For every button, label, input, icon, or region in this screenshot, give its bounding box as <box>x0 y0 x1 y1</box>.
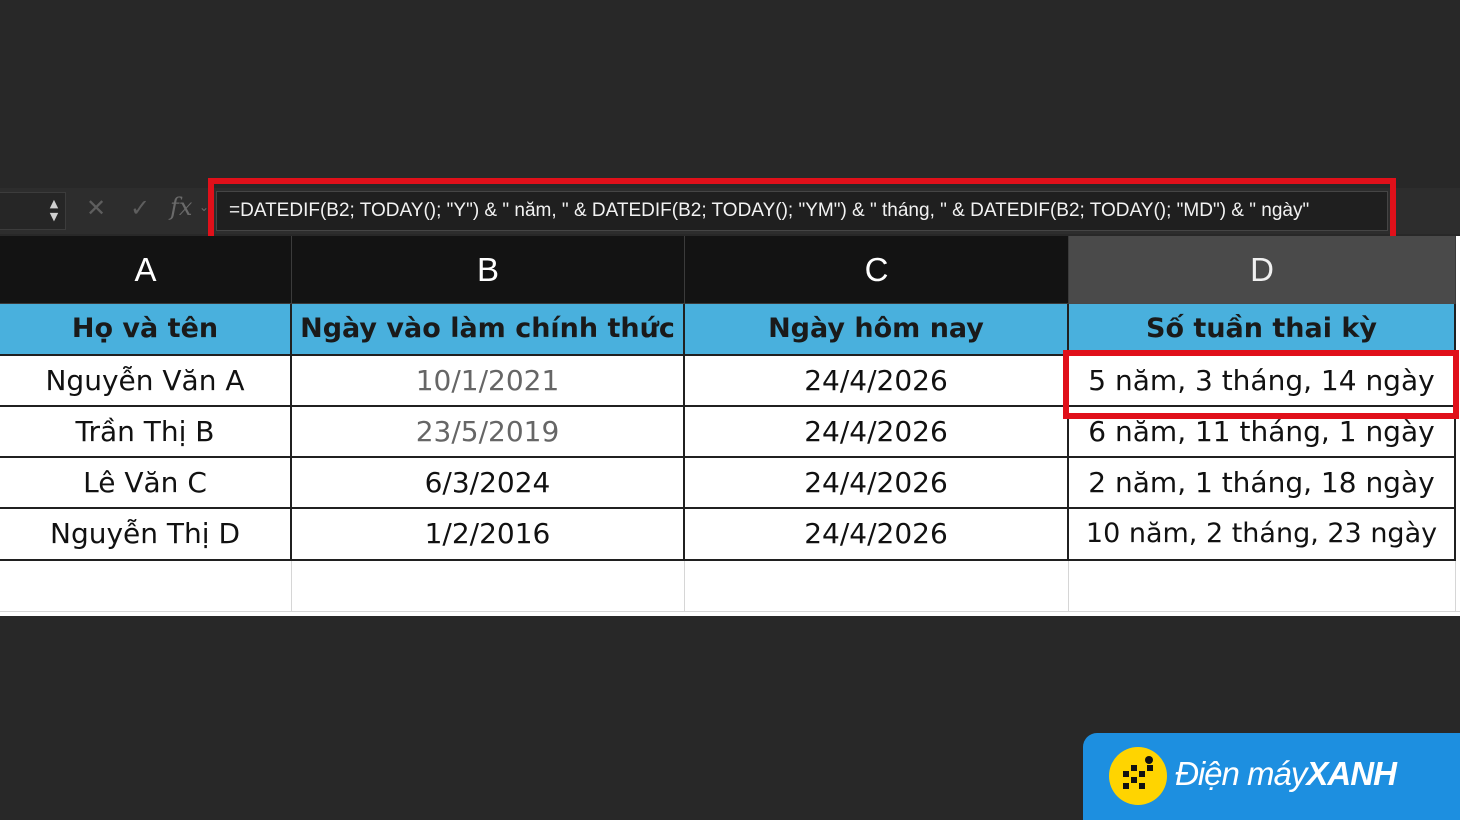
cell-start-date[interactable]: 10/1/2021 <box>292 356 685 405</box>
column-header-row: A B C D <box>0 236 1456 304</box>
logo-name-part1: Điện máy <box>1175 755 1307 792</box>
cell-name[interactable]: Lê Văn C <box>0 458 292 507</box>
column-header-a[interactable]: A <box>0 236 292 304</box>
cell-start-date[interactable]: 1/2/2016 <box>292 509 685 559</box>
table-header-row: Họ và tên Ngày vào làm chính thức Ngày h… <box>0 304 1456 356</box>
formula-highlight-box <box>208 178 1396 244</box>
fx-icon[interactable]: fx <box>170 193 192 221</box>
cell-duration[interactable]: 2 năm, 1 tháng, 18 ngày <box>1069 458 1456 507</box>
result-highlight-box <box>1063 350 1459 419</box>
name-box-stepper[interactable]: ▲ ▼ <box>47 197 61 225</box>
cell-name[interactable]: Trần Thị B <box>0 407 292 456</box>
empty-cell[interactable] <box>0 561 292 611</box>
cell-today[interactable]: 24/4/2026 <box>685 509 1069 559</box>
cell-start-date[interactable]: 23/5/2019 <box>292 407 685 456</box>
logo-name-part2: XANH <box>1306 755 1397 792</box>
empty-cell[interactable] <box>685 561 1069 611</box>
cell-duration[interactable]: 10 năm, 2 tháng, 23 ngày <box>1069 509 1456 559</box>
empty-cell[interactable] <box>292 561 685 611</box>
column-header-c[interactable]: C <box>685 236 1069 304</box>
stepper-up-icon[interactable]: ▲ <box>47 197 61 210</box>
table-row: Nguyễn Thị D 1/2/2016 24/4/2026 10 năm, … <box>0 509 1456 561</box>
dienmayxanh-logo: Điện máyXANH <box>1083 733 1460 820</box>
header-cell-name[interactable]: Họ và tên <box>0 304 292 354</box>
column-header-b[interactable]: B <box>292 236 685 304</box>
stepper-down-icon[interactable]: ▼ <box>47 210 61 223</box>
empty-cell[interactable] <box>1069 561 1456 611</box>
cell-today[interactable]: 24/4/2026 <box>685 407 1069 456</box>
enter-checkmark-icon[interactable]: ✓ <box>130 194 150 222</box>
cell-today[interactable]: 24/4/2026 <box>685 458 1069 507</box>
logo-wordmark: Điện máyXANH <box>1175 755 1397 793</box>
header-cell-today[interactable]: Ngày hôm nay <box>685 304 1069 354</box>
header-cell-start-date[interactable]: Ngày vào làm chính thức <box>292 304 685 354</box>
cell-start-date[interactable]: 6/3/2024 <box>292 458 685 507</box>
header-cell-duration[interactable]: Số tuần thai kỳ <box>1069 304 1456 354</box>
table-row: Lê Văn C 6/3/2024 24/4/2026 2 năm, 1 thá… <box>0 458 1456 509</box>
cell-today[interactable]: 24/4/2026 <box>685 356 1069 405</box>
running-man-icon <box>1109 747 1167 805</box>
name-box[interactable]: ▲ ▼ <box>0 192 66 230</box>
cancel-icon[interactable]: ✕ <box>86 194 106 222</box>
cell-name[interactable]: Nguyễn Văn A <box>0 356 292 405</box>
empty-row <box>0 561 1460 612</box>
spreadsheet-grid: A B C D Họ và tên Ngày vào làm chính thứ… <box>0 236 1460 616</box>
cell-name[interactable]: Nguyễn Thị D <box>0 509 292 559</box>
column-header-d[interactable]: D <box>1069 236 1456 304</box>
